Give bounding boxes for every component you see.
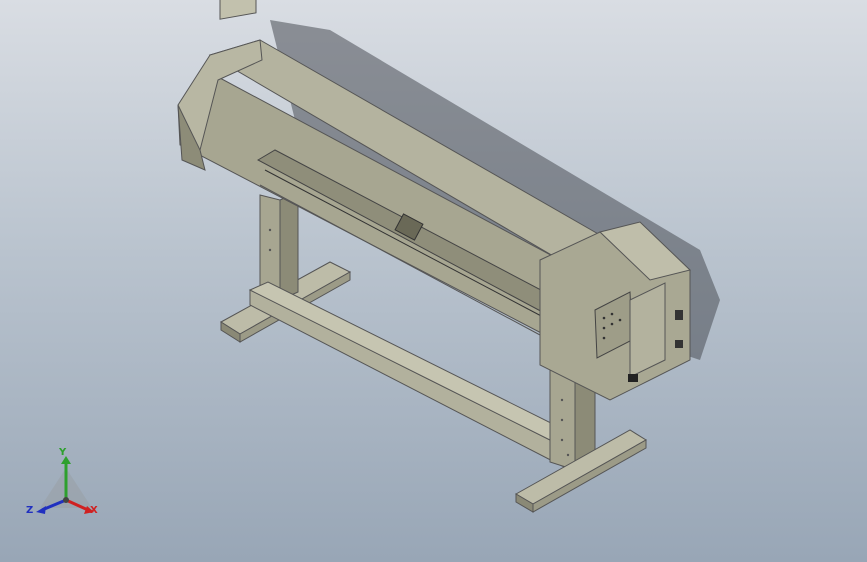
axis-triad: Y X Z xyxy=(26,448,106,524)
printer-model[interactable] xyxy=(0,0,867,562)
side-panel xyxy=(629,282,666,378)
cad-viewport[interactable]: Y X Z xyxy=(0,0,867,562)
y-axis-label: Y xyxy=(59,447,67,458)
power-socket xyxy=(675,340,683,348)
z-axis-label: Z xyxy=(26,505,34,516)
x-axis-label: X xyxy=(90,505,98,516)
power-switch xyxy=(675,310,683,320)
